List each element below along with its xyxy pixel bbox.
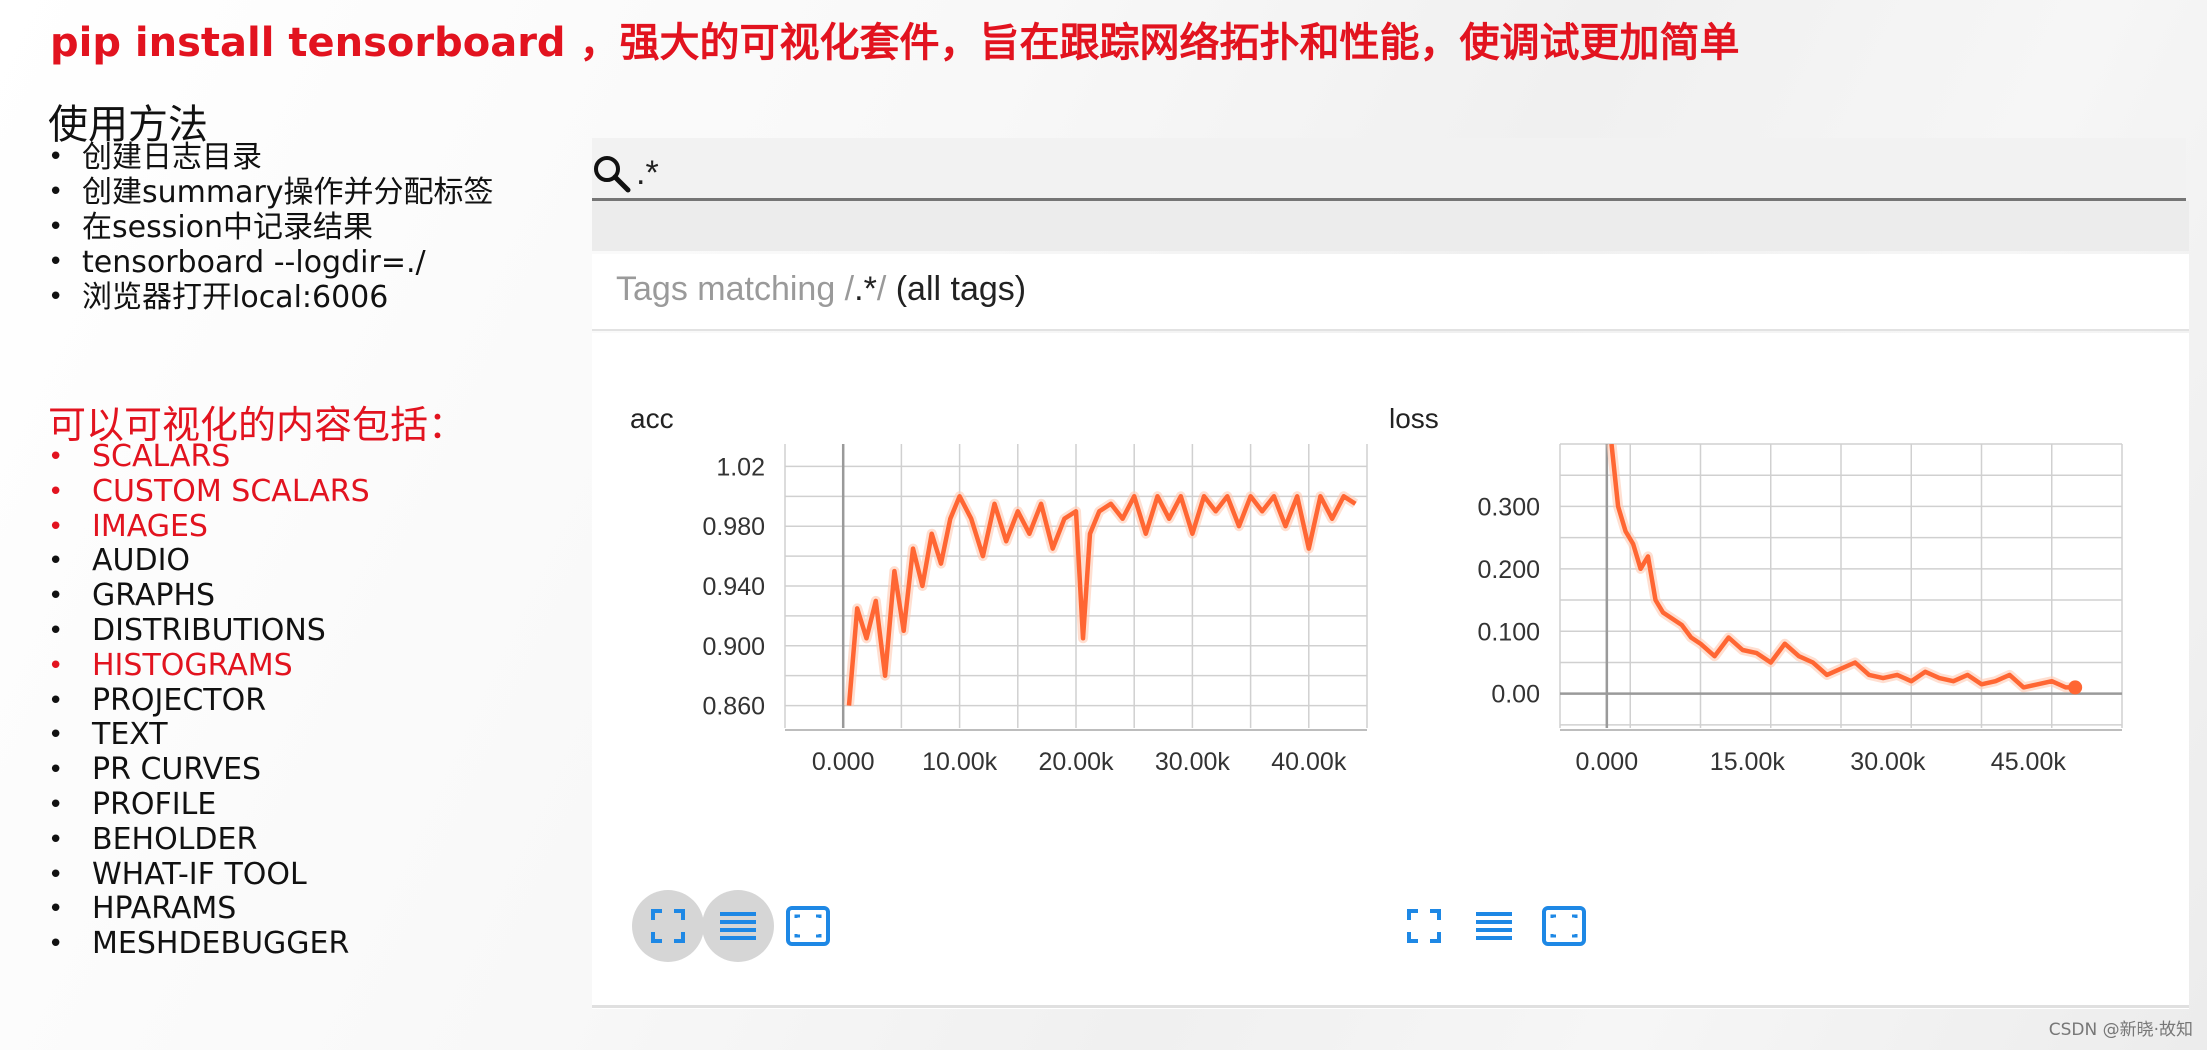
usage-item: 在session中记录结果 — [48, 210, 494, 245]
acc-fit-domain-button[interactable] — [772, 890, 844, 962]
y-tick-label: 1.02 — [716, 453, 765, 481]
visualization-item: PROJECTOR — [48, 683, 370, 719]
series-end-point — [2068, 680, 2083, 695]
panel-bottom-rule — [592, 1005, 2189, 1008]
acc-chart: 0.860 0.900 0.940 0.980 1.02 0.000 10.00k 20.00… — [702, 444, 1368, 776]
y-tick-label: 0.860 — [702, 693, 765, 721]
visualization-item: WHAT-IF TOOL — [48, 857, 370, 893]
acc-toggle-log-button[interactable] — [702, 890, 774, 962]
fullscreen-icon — [1407, 909, 1441, 943]
usage-list: 创建日志目录 创建summary操作并分配标签 在session中记录结果 te… — [48, 140, 494, 315]
y-tick-label: 0.100 — [1477, 618, 1540, 646]
acc-fullscreen-button[interactable] — [632, 890, 704, 962]
x-tick-label: 10.00k — [922, 748, 998, 776]
tensorboard-panel: .* Tags matching /.*/ (all tags) acc los… — [592, 133, 2189, 1013]
y-tick-label: 0.900 — [702, 633, 765, 661]
y-tick-label: 0.980 — [702, 513, 765, 541]
smoothed-series-line — [846, 494, 1357, 706]
tags-suffix: / — [876, 270, 887, 308]
list-icon — [1476, 912, 1512, 940]
fit-domain-icon — [1542, 906, 1586, 946]
visualization-item: PROFILE — [48, 787, 370, 823]
x-tick-label: 0.000 — [812, 748, 875, 776]
x-tick-label: 30.00k — [1850, 748, 1926, 776]
y-tick-label: 0.940 — [702, 573, 765, 601]
slide-title: pip install tensorboard ，强大的可视化套件，旨在跟踪网络… — [50, 20, 1740, 66]
usage-item: tensorboard --logdir=./ — [48, 245, 494, 280]
fullscreen-icon — [651, 909, 685, 943]
visualization-item: MESHDEBUGGER — [48, 926, 370, 962]
tag-search-bar[interactable]: .* — [592, 138, 2186, 201]
x-tick-label: 30.00k — [1155, 748, 1231, 776]
chart-title-loss: loss — [1389, 403, 1439, 434]
visualization-list: SCALARSCUSTOM SCALARSIMAGESAUDIOGRAPHSDI… — [48, 439, 370, 962]
y-tick-label: 0.300 — [1477, 493, 1540, 521]
visualization-item: HISTOGRAMS — [48, 648, 370, 684]
visualization-item: HPARAMS — [48, 892, 370, 927]
x-tick-label: 40.00k — [1271, 748, 1347, 776]
loss-toggle-log-button[interactable] — [1458, 890, 1530, 962]
smoothed-series-line — [1609, 444, 2076, 690]
tags-matching-text: Tags matching /.*/ (all tags) — [616, 270, 1026, 309]
loss-chart: 0.00 0.100 0.200 0.300 0.000 15.00k 30.00k 45.0… — [1477, 443, 2123, 776]
x-tick-label: 20.00k — [1038, 748, 1114, 776]
usage-item: 创建日志目录 — [48, 140, 494, 175]
visualization-item: GRAPHS — [48, 578, 370, 614]
chart-title-acc: acc — [630, 403, 674, 434]
visualization-item: IMAGES — [48, 509, 370, 545]
usage-item: 浏览器打开local:6006 — [48, 280, 494, 315]
search-icon — [594, 156, 631, 193]
y-tick-label: 0.00 — [1491, 681, 1540, 709]
tags-all-label: (all tags) — [895, 270, 1027, 308]
tags-matching-bar: Tags matching /.*/ (all tags) — [592, 254, 2189, 331]
fit-domain-icon — [786, 906, 830, 946]
toolbar-band — [592, 201, 2189, 251]
visualization-item: TEXT — [48, 718, 370, 753]
search-input[interactable]: .* — [636, 154, 659, 193]
list-icon — [720, 912, 756, 940]
tags-regex: .* — [854, 270, 877, 308]
visualization-item: SCALARS — [48, 439, 370, 475]
watermark: CSDN @新晓·故知 — [2048, 1020, 2193, 1040]
y-tick-label: 0.200 — [1477, 556, 1540, 584]
x-tick-label: 45.00k — [1991, 748, 2067, 776]
usage-item: 创建summary操作并分配标签 — [48, 175, 494, 210]
visualization-item: PR CURVES — [48, 752, 370, 788]
x-tick-label: 15.00k — [1710, 748, 1786, 776]
tags-prefix: Tags matching / — [616, 270, 855, 308]
visualization-item: CUSTOM SCALARS — [48, 474, 370, 510]
raw-series-line — [1606, 444, 2076, 693]
raw-series-line — [844, 491, 1359, 707]
loss-fit-domain-button[interactable] — [1528, 890, 1600, 962]
x-tick-label: 0.000 — [1576, 748, 1639, 776]
visualization-item: DISTRIBUTIONS — [48, 613, 370, 649]
visualization-item: AUDIO — [48, 544, 370, 579]
loss-fullscreen-button[interactable] — [1388, 890, 1460, 962]
visualization-item: BEHOLDER — [48, 822, 370, 858]
charts-area: acc loss 0.860 0.900 0.940 0.980 1.02 0.000 10… — [592, 333, 2189, 1009]
